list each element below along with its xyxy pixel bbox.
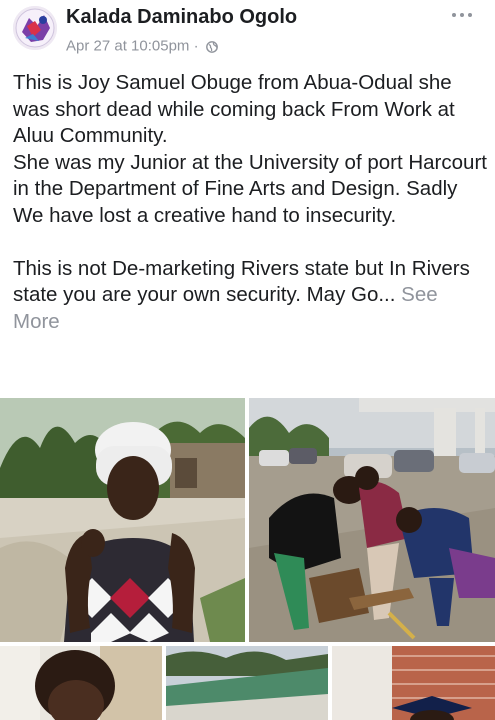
post-header: Kalada Daminabo Ogolo Apr 27 at 10:05pm … bbox=[0, 0, 495, 62]
post-photo-face[interactable] bbox=[0, 646, 162, 720]
post-photo-building[interactable] bbox=[166, 646, 328, 720]
author-avatar[interactable] bbox=[13, 6, 57, 50]
globe-icon[interactable] bbox=[205, 40, 218, 53]
post-meta: Apr 27 at 10:05pm · bbox=[66, 37, 218, 55]
post-body: This is Joy Samuel Obuge from Abua-Odual… bbox=[13, 70, 488, 335]
post-photo-graduation[interactable] bbox=[332, 646, 495, 720]
post-timestamp[interactable]: Apr 27 at 10:05pm bbox=[66, 38, 189, 55]
more-options-icon[interactable] bbox=[451, 7, 473, 17]
post-photo-portrait[interactable] bbox=[0, 398, 245, 642]
meta-separator: · bbox=[193, 37, 199, 55]
post-paragraph-2: She was my Junior at the University of p… bbox=[13, 150, 487, 227]
post-paragraph-1: This is Joy Samuel Obuge from Abua-Odual… bbox=[13, 71, 455, 147]
post-paragraph-3: This is not De-marketing Rivers state bu… bbox=[13, 256, 488, 336]
post-photo-workshop[interactable] bbox=[249, 398, 495, 642]
author-name[interactable]: Kalada Daminabo Ogolo bbox=[66, 6, 297, 29]
